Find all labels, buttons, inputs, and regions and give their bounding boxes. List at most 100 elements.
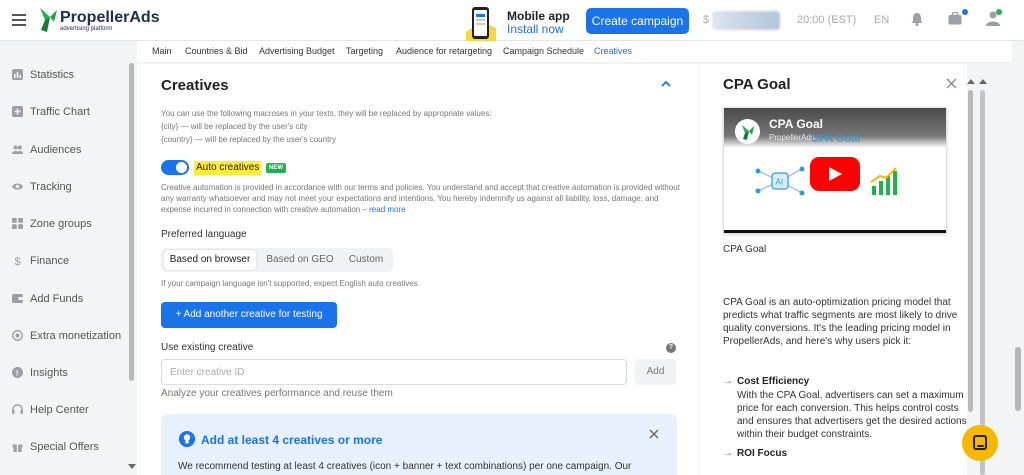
campaign-tabs: Main Countries & Bid Advertising Budget … — [137, 41, 1024, 63]
language-option-browser[interactable]: Based on browser — [164, 250, 256, 270]
sidebar-item-label: Add Funds — [30, 293, 84, 305]
help-panel: CPA Goal CPA Goal PropellerAds CPA Goal … — [699, 64, 967, 475]
mobile-app-title: Mobile app — [507, 9, 570, 23]
page-scroll-thumb[interactable] — [1015, 347, 1021, 411]
auto-creatives-toggle[interactable] — [161, 160, 189, 175]
sidebar-item-insights[interactable]: ! Insights — [0, 363, 125, 385]
chat-button[interactable] — [962, 425, 998, 461]
tab-audience-retargeting[interactable]: Audience for retargeting — [396, 46, 492, 56]
logo-text: PropellerAds — [60, 9, 160, 26]
analyze-text: Analyze your creatives performance and r… — [161, 388, 393, 399]
tab-main[interactable]: Main — [152, 46, 172, 56]
language-hint: If your campaign language isn't supporte… — [161, 279, 421, 288]
gift-icon — [12, 444, 23, 452]
menu-icon[interactable] — [12, 14, 26, 26]
sidebar-item-label: Insights — [30, 367, 68, 379]
balance-amount-blurred[interactable] — [712, 11, 780, 30]
video-watermark: CPA Goal — [811, 133, 861, 145]
sidebar-item-label: Special Offers — [30, 441, 99, 453]
video-channel: PropellerAds — [769, 133, 815, 142]
sidebar-scrollbar[interactable] — [127, 41, 137, 475]
sidebar-item-traffic-chart[interactable]: Traffic Chart — [0, 102, 125, 124]
sidebar: Statistics Traffic Chart Audiences Track… — [0, 41, 125, 475]
scroll-up-arrow-icon[interactable] — [979, 79, 987, 84]
sidebar-item-statistics[interactable]: Statistics — [0, 65, 125, 87]
bullet-title: Cost Efficiency — [737, 376, 810, 387]
tracking-icon — [12, 183, 23, 190]
sidebar-item-label: Tracking — [30, 181, 72, 193]
traffic-chart-icon — [12, 106, 23, 117]
create-campaign-button[interactable]: Create campaign — [586, 8, 689, 34]
balance-currency: $ — [703, 14, 710, 26]
banner-title: Add at least 4 creatives or more — [201, 433, 383, 447]
page-scrollbar[interactable] — [1012, 41, 1024, 475]
toggle-knob — [176, 162, 187, 173]
sidebar-item-audiences[interactable]: Audiences — [0, 140, 125, 162]
preferred-language-label: Preferred language — [161, 229, 247, 240]
creative-id-input[interactable] — [161, 359, 627, 385]
bullet-title: ROI Focus — [737, 448, 788, 459]
disclaimer-text: Creative automation is provided in accor… — [161, 183, 680, 214]
tab-countries-bid[interactable]: Countries & Bid — [185, 46, 248, 56]
ai-network-icon: AI — [755, 166, 805, 196]
channel-logo-icon — [735, 119, 760, 144]
video-progress-bar[interactable] — [724, 230, 946, 233]
tab-creatives[interactable]: Creatives — [594, 46, 632, 56]
tab-targeting[interactable]: Targeting — [346, 46, 383, 56]
scroll-down-arrow-icon[interactable] — [128, 464, 136, 469]
language-option-geo[interactable]: Based on GEO — [260, 250, 340, 270]
sidebar-item-label: Statistics — [30, 69, 75, 81]
macro-country: {country} — will be replaced by the user… — [161, 135, 336, 144]
panel-scrollbar[interactable] — [967, 78, 975, 475]
close-icon[interactable] — [946, 78, 957, 89]
youtube-play-button[interactable] — [810, 157, 860, 191]
svg-text:!: ! — [16, 369, 19, 378]
macros-intro: You can use the following macroses in yo… — [161, 109, 492, 118]
sidebar-item-tracking[interactable]: Tracking — [0, 177, 125, 199]
extra-monetization-icon — [12, 330, 23, 341]
chat-icon — [973, 435, 987, 450]
existing-creative-label: Use existing creative — [161, 342, 254, 353]
language-option-custom[interactable]: Custom — [344, 250, 388, 270]
scroll-up-arrow-icon[interactable] — [967, 79, 975, 84]
language-selector[interactable]: EN — [874, 14, 889, 26]
read-more-link[interactable]: read more — [369, 205, 405, 214]
panel-scroll-thumb[interactable] — [968, 90, 973, 412]
add-creative-button[interactable]: + Add another creative for testing — [161, 302, 337, 328]
automation-disclaimer: Creative automation is provided in accor… — [161, 182, 681, 215]
sidebar-item-label: Extra monetization — [30, 330, 122, 342]
sidebar-item-special-offers[interactable]: Special Offers — [0, 437, 125, 459]
chevron-up-icon[interactable] — [661, 80, 671, 87]
svg-text:$: $ — [15, 256, 21, 266]
sidebar-item-finance[interactable]: $ Finance — [0, 251, 125, 273]
tab-advertising-budget[interactable]: Advertising Budget — [259, 46, 335, 56]
outer-scroll-thumb[interactable] — [980, 90, 985, 475]
lightbulb-icon: ! — [12, 367, 23, 378]
bell-icon[interactable] — [911, 12, 923, 26]
tab-campaign-schedule[interactable]: Campaign Schedule — [503, 46, 584, 56]
sidebar-item-add-funds[interactable]: Add Funds — [0, 289, 125, 311]
panel-description: CPA Goal is an auto-optimization pricing… — [723, 297, 958, 347]
mobile-phone-icon[interactable] — [466, 6, 496, 41]
sidebar-item-help-center[interactable]: Help Center — [0, 400, 125, 422]
outer-scrollbar[interactable] — [978, 78, 988, 475]
video-player[interactable]: CPA Goal PropellerAds CPA Goal AI — [723, 107, 947, 234]
macro-city: {city} — will be replaced by the user's … — [161, 122, 308, 131]
sidebar-item-zone-groups[interactable]: Zone groups — [0, 214, 125, 236]
play-icon — [829, 167, 842, 181]
briefcase-icon[interactable] — [948, 12, 962, 25]
install-now-link[interactable]: Install now — [507, 22, 564, 36]
add-existing-button[interactable]: Add — [635, 359, 676, 385]
clock-time: 20:00 (EST) — [797, 14, 857, 26]
sidebar-scroll-thumb[interactable] — [129, 63, 134, 381]
lightbulb-icon — [179, 431, 195, 447]
sidebar-item-extra-monetization[interactable]: Extra monetization — [0, 326, 125, 348]
arrow-right-icon: → — [723, 376, 733, 387]
panel-title: CPA Goal — [723, 76, 791, 93]
sidebar-item-label: Finance — [30, 255, 70, 267]
bullet-text: With the CPA Goal, advertisers can set a… — [737, 390, 967, 440]
help-icon[interactable]: ? — [666, 343, 676, 353]
user-status-dot — [996, 9, 1002, 15]
close-icon[interactable] — [649, 429, 659, 439]
auto-creatives-label: Auto creatives — [194, 161, 262, 175]
